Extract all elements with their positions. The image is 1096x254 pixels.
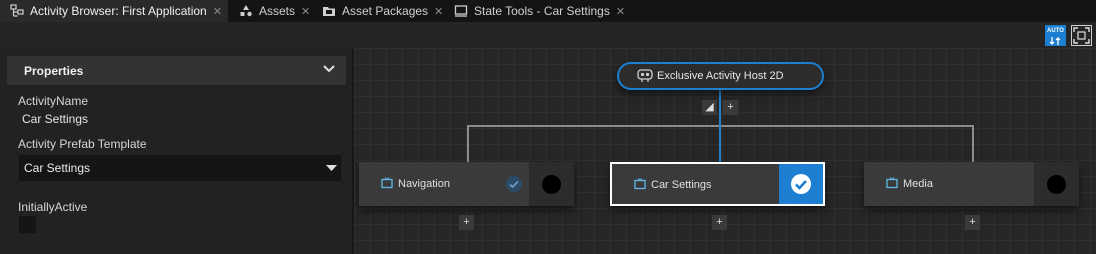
tab-label: Assets <box>259 4 296 18</box>
connector-left <box>467 125 469 162</box>
tab-label: Activity Browser: First Application <box>30 4 207 18</box>
plus-icon: + <box>716 216 723 228</box>
plus-icon: + <box>727 101 734 113</box>
connector-active <box>719 90 721 162</box>
plus-icon: + <box>463 216 470 228</box>
tab-state-tools[interactable]: State Tools - Car Settings ✕ <box>454 0 625 22</box>
collapse-button[interactable]: ◢ <box>702 100 717 115</box>
node-label: Navigation <box>398 178 450 190</box>
asset-packages-icon <box>322 4 336 18</box>
fit-to-view-button[interactable] <box>1071 25 1092 46</box>
prefab-template-value: Car Settings <box>24 161 91 175</box>
activity-name-value[interactable]: Car Settings <box>22 112 88 126</box>
close-icon[interactable]: ✕ <box>434 5 443 18</box>
node-toggle[interactable] <box>779 164 823 204</box>
tab-asset-packages[interactable]: Asset Packages ✕ <box>322 0 443 22</box>
add-child-button[interactable]: + <box>459 215 474 230</box>
tab-label: Asset Packages <box>342 4 429 18</box>
dropdown-arrow-icon <box>326 165 337 171</box>
prefab-template-label: Activity Prefab Template <box>18 137 147 151</box>
default-check-icon <box>506 176 522 192</box>
exclusive-activity-host-node[interactable]: Exclusive Activity Host 2D <box>617 62 824 90</box>
assets-icon <box>239 4 253 18</box>
initially-active-checkbox[interactable] <box>19 216 36 233</box>
radio-dot-icon <box>1047 175 1066 194</box>
host-label: Exclusive Activity Host 2D <box>657 70 784 82</box>
properties-header[interactable]: Properties <box>7 56 346 85</box>
initially-active-label: InitiallyActive <box>18 200 88 214</box>
activity-icon <box>381 177 393 189</box>
state-tools-icon <box>454 4 468 18</box>
plus-icon: + <box>969 216 976 228</box>
close-icon[interactable]: ✕ <box>301 5 310 18</box>
radio-dot-icon <box>542 175 561 194</box>
activity-node-navigation[interactable]: Navigation <box>359 162 574 206</box>
activity-node-media[interactable]: Media <box>864 162 1079 206</box>
activity-icon <box>634 178 646 190</box>
close-icon[interactable]: ✕ <box>616 5 625 18</box>
add-child-button[interactable]: + <box>712 215 727 230</box>
chevron-down-icon[interactable] <box>322 64 336 74</box>
auto-label: AUTO <box>1047 28 1064 34</box>
activity-name-label: ActivityName <box>18 94 89 108</box>
activity-tree-icon <box>10 4 24 18</box>
activity-icon <box>886 177 898 189</box>
fit-view-icon <box>1073 27 1090 44</box>
node-label: Car Settings <box>651 179 712 191</box>
activity-host-icon <box>637 69 653 82</box>
close-icon[interactable]: ✕ <box>213 5 222 18</box>
tab-assets[interactable]: Assets ✕ <box>239 0 310 22</box>
properties-title: Properties <box>24 63 84 78</box>
tab-label: State Tools - Car Settings <box>474 4 610 18</box>
activity-node-car-settings[interactable]: Car Settings <box>610 162 825 206</box>
connector-right <box>972 125 974 162</box>
auto-layout-button[interactable]: AUTO <box>1045 25 1066 46</box>
add-child-button[interactable]: + <box>965 215 980 230</box>
node-label: Media <box>903 178 933 190</box>
arrange-icon <box>1049 37 1061 45</box>
prefab-template-dropdown[interactable]: Car Settings <box>19 155 341 181</box>
active-check-icon <box>791 174 811 194</box>
node-toggle[interactable] <box>1034 162 1079 206</box>
tab-activity-browser[interactable]: Activity Browser: First Application ✕ <box>0 0 228 22</box>
add-child-button[interactable]: + <box>723 100 738 115</box>
node-toggle[interactable] <box>529 162 574 206</box>
tab-bar: Activity Browser: First Application ✕ As… <box>0 0 1096 22</box>
collapse-icon: ◢ <box>705 101 714 113</box>
